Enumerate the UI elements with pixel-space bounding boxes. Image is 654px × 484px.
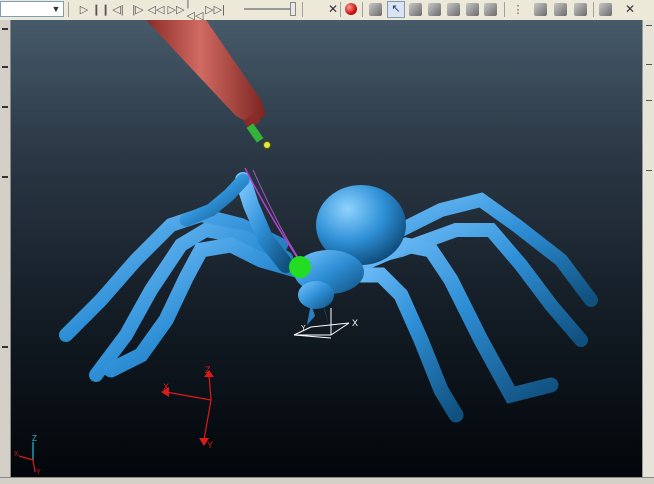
last-frame-icon[interactable]: ▷▷| xyxy=(205,1,225,18)
iso-view-icon[interactable] xyxy=(484,3,497,16)
import-icon[interactable] xyxy=(554,3,567,16)
close-icon[interactable]: ✕ xyxy=(325,1,341,18)
chevron-down-icon[interactable]: ▼ xyxy=(49,2,63,16)
local-axis-x-label: X xyxy=(352,318,358,328)
properties-icon[interactable] xyxy=(599,3,612,16)
toolbar-separator xyxy=(593,2,594,17)
local-axis-y-label: Y xyxy=(301,325,306,332)
haptic-stylus[interactable] xyxy=(146,20,271,149)
world-axis-x-label: X xyxy=(163,382,169,392)
toolbar: ▼ ▷ ❙❙ ◁| |▷ ◁◁ ▷▷ |◁◁ ▷▷| ✕ ↖ ⋮ ✕ xyxy=(0,0,654,22)
toolbar-separator xyxy=(340,2,341,17)
fast-forward-icon[interactable]: ▷▷ xyxy=(168,1,185,18)
top-view-icon[interactable] xyxy=(466,3,479,16)
viewport-canvas[interactable]: X Y Z X Y Z X Y xyxy=(11,20,642,477)
pause-icon[interactable]: ❙❙ xyxy=(92,1,110,18)
toolbar-separator xyxy=(302,2,303,17)
record-icon[interactable] xyxy=(345,3,357,15)
world-axes-gizmo xyxy=(165,374,212,441)
rewind-icon[interactable]: ◁◁ xyxy=(148,1,165,18)
play-icon[interactable]: ▷ xyxy=(76,1,92,18)
left-panel-strip[interactable] xyxy=(0,20,11,483)
step-back-icon[interactable]: ◁| xyxy=(110,1,126,18)
first-frame-icon[interactable]: |◁◁ xyxy=(187,0,204,22)
solid-view-icon[interactable] xyxy=(369,3,382,16)
close-icon[interactable]: ✕ xyxy=(622,1,638,18)
spider-head xyxy=(298,281,334,309)
mode-combobox[interactable]: ▼ xyxy=(0,1,64,17)
grip-icon[interactable]: ⋮ xyxy=(510,1,526,18)
export-icon[interactable] xyxy=(534,3,547,16)
select-view-icon[interactable]: ↖ xyxy=(387,1,405,18)
save-icon[interactable] xyxy=(574,3,587,16)
mini-axes-gizmo xyxy=(18,442,36,473)
world-axis-z-label: Z xyxy=(205,365,211,375)
front-view-icon[interactable] xyxy=(428,3,441,16)
mini-axis-y-label: Y xyxy=(36,469,41,476)
toolbar-separator xyxy=(362,2,363,17)
3d-viewport[interactable]: X Y Z X Y Z X Y xyxy=(11,20,642,477)
world-axis-y-label: Y xyxy=(207,440,213,450)
rotate-view-icon[interactable] xyxy=(409,3,422,16)
toolbar-separator xyxy=(68,2,69,17)
mini-axis-z-label: Z xyxy=(32,434,37,443)
playback-slider-thumb[interactable] xyxy=(290,2,296,16)
local-axes-gizmo xyxy=(293,308,350,339)
contact-point-marker[interactable] xyxy=(289,256,311,278)
right-panel-strip[interactable] xyxy=(642,20,654,483)
step-forward-icon[interactable]: |▷ xyxy=(130,1,146,18)
mini-axis-x-label: X xyxy=(14,451,19,458)
playback-slider-track[interactable] xyxy=(244,8,294,10)
side-view-icon[interactable] xyxy=(447,3,460,16)
toolbar-separator xyxy=(504,2,505,17)
